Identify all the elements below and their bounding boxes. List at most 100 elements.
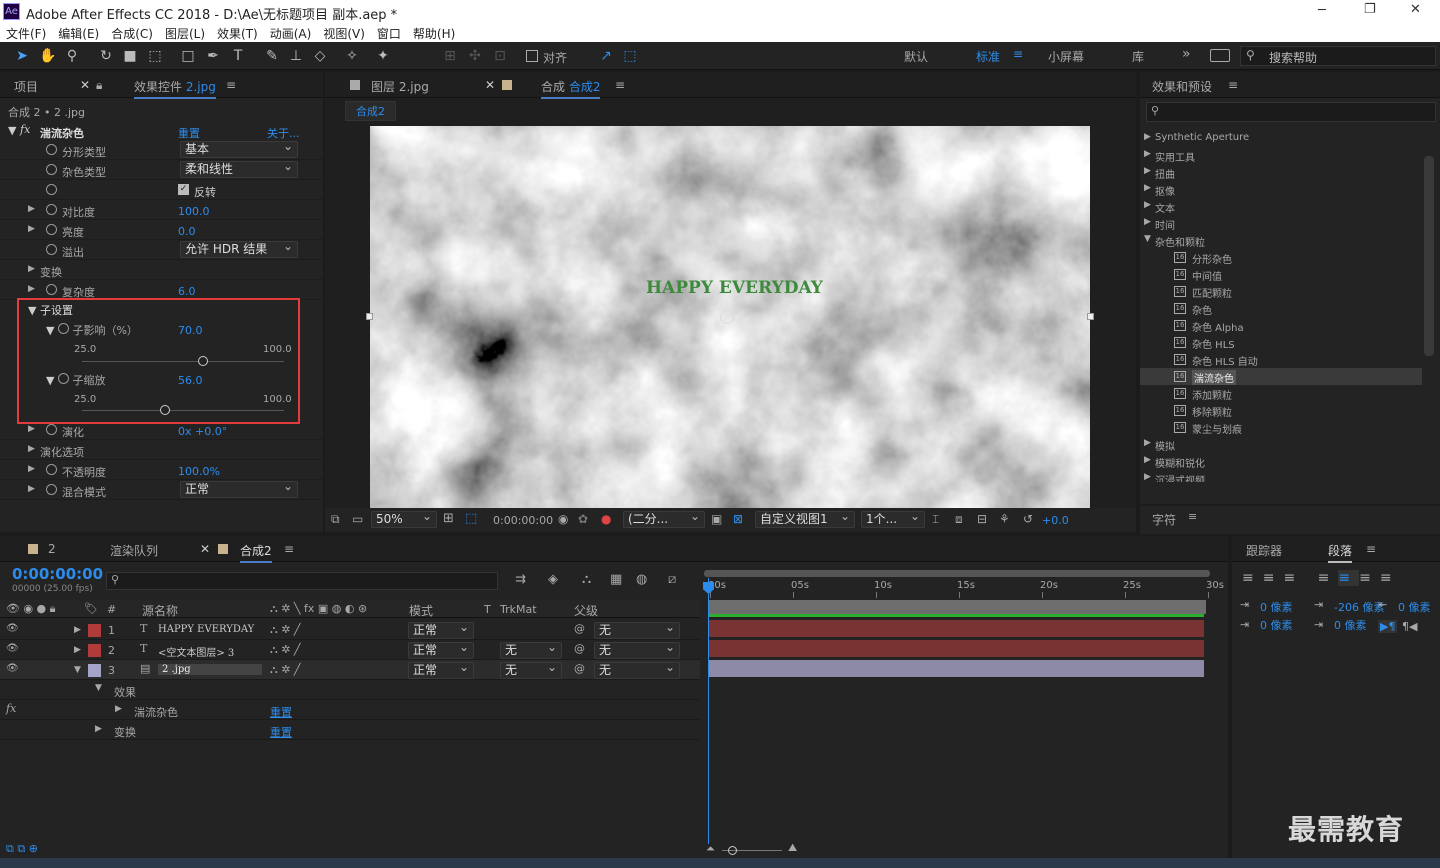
effect-row[interactable]: fx ▶ 湍流杂色 重置	[0, 700, 700, 720]
more-workspaces-button[interactable]: »	[1182, 46, 1191, 62]
expand-arrow-icon[interactable]: ▶	[28, 444, 35, 454]
zoom-tool-icon[interactable]: ⚲	[62, 46, 82, 66]
transparency-grid-icon[interactable]: ⊠	[733, 512, 743, 526]
view-select[interactable]: 自定义视图1	[755, 509, 855, 528]
current-time-indicator[interactable]	[708, 578, 709, 844]
menu-help[interactable]: 帮助(H)	[407, 25, 461, 42]
expand-arrow-icon[interactable]: ▶	[28, 204, 35, 214]
eye-visibility-icon[interactable]: 👁︎	[6, 623, 19, 634]
frame-blending-icon[interactable]: ▦	[610, 572, 622, 587]
expand-arrow-icon[interactable]: ▶	[74, 645, 81, 655]
close-tab-icon[interactable]: ✕	[80, 78, 90, 92]
reset-exposure-icon[interactable]: ↺	[1023, 512, 1033, 526]
monitor-icon[interactable]: ▭	[352, 512, 363, 526]
snap-features-icon[interactable]: ⬚	[620, 46, 640, 66]
expand-arrow-icon[interactable]: ▶	[1144, 166, 1151, 176]
expand-arrow-icon[interactable]: ▶	[1144, 455, 1151, 465]
effect-category-item[interactable]: ▶ 扭曲	[1140, 164, 1422, 181]
property-select[interactable]: 柔和线性	[180, 159, 298, 178]
indent-first-icon[interactable]: ⇥	[1314, 598, 1323, 611]
effect-preset-item[interactable]: 16 杂色 Alpha	[1140, 317, 1422, 334]
blend-mode-select[interactable]: 正常	[408, 660, 474, 679]
rectangle-tool-icon[interactable]: □	[178, 46, 198, 66]
layer-switches[interactable]: ⛬ ✲ ╱	[270, 623, 301, 637]
pickwhip-icon[interactable]: @	[574, 642, 585, 655]
effect-preset-item[interactable]: 16 移除颗粒	[1140, 402, 1422, 419]
puppet-pin-tool-icon[interactable]: ✦	[373, 46, 393, 66]
mask-visibility-icon[interactable]: ⬚	[465, 511, 477, 526]
expand-arrow-icon[interactable]: ▶	[1144, 472, 1151, 482]
effect-preset-item[interactable]: 16 匹配颗粒	[1140, 283, 1422, 300]
tab-timeline-2[interactable]: 2	[48, 542, 56, 556]
workspace-library[interactable]: 库	[1132, 48, 1144, 65]
stopwatch-icon[interactable]	[46, 284, 57, 295]
pickwhip-icon[interactable]: @	[574, 662, 585, 675]
menu-animation[interactable]: 动画(A)	[264, 25, 318, 42]
effects-search-input[interactable]: ⚲	[1146, 102, 1436, 122]
close-tab-icon[interactable]: ✕	[485, 78, 495, 92]
roto-brush-tool-icon[interactable]: ✧	[342, 46, 362, 66]
tab-composition[interactable]: 合成 合成2	[541, 78, 601, 99]
expand-arrow-icon[interactable]: ▶	[1144, 132, 1151, 142]
expand-arrow-icon[interactable]: ▶	[1144, 183, 1151, 193]
parent-select[interactable]: 无	[594, 620, 680, 639]
anchor-point-icon[interactable]	[720, 310, 734, 324]
menu-file[interactable]: 文件(F)	[0, 25, 52, 42]
layer-name[interactable]: <空文本图层> 3	[158, 644, 234, 659]
pickwhip-icon[interactable]: @	[574, 622, 585, 635]
expand-arrow-icon[interactable]: ▶	[1144, 217, 1151, 227]
tab-project[interactable]: 项目	[14, 78, 38, 95]
layer-switches[interactable]: ⛬ ✲ ╱	[270, 643, 301, 657]
workspace-small-screen[interactable]: 小屏幕	[1048, 48, 1084, 65]
timeline-zoom-slider[interactable]: ⏶ ⛰︎	[704, 841, 804, 858]
selection-tool-icon[interactable]: ➤	[12, 46, 32, 66]
effect-category-item[interactable]: ▼ 杂色和颗粒	[1140, 232, 1422, 249]
timeline-search-input[interactable]: ⚲	[106, 572, 498, 590]
restore-button[interactable]: ❐	[1364, 2, 1376, 17]
fx-icon[interactable]: fx	[6, 702, 16, 715]
sync-settings-icon[interactable]	[1210, 49, 1230, 62]
alignment-buttons[interactable]: ≡≡≡ ≡≡≡≡	[1242, 570, 1401, 586]
local-axis-icon[interactable]: ⊞	[440, 46, 460, 66]
property-value[interactable]: 100.0	[178, 205, 210, 218]
effect-category-item[interactable]: ▶ 实用工具	[1140, 147, 1422, 164]
stopwatch-icon[interactable]	[46, 204, 57, 215]
layer-bar-3[interactable]	[708, 660, 1204, 677]
effect-category-item[interactable]: ▶ 文本	[1140, 198, 1422, 215]
sub-scale-slider[interactable]	[82, 410, 284, 411]
transform-reset[interactable]: 重置	[270, 724, 292, 740]
rtl-direction-icon[interactable]: ¶◀	[1402, 620, 1417, 633]
sub-scale-value[interactable]: 56.0	[178, 374, 203, 387]
always-preview-icon[interactable]: ⧉	[331, 512, 340, 527]
blend-mode-select[interactable]: 正常	[408, 640, 474, 659]
property-select[interactable]: 基本	[180, 139, 298, 158]
expand-arrow-icon[interactable]: ▶	[28, 464, 35, 474]
layer-name[interactable]: HAPPY EVERYDAY	[158, 624, 254, 635]
panel-menu-icon[interactable]: ≡	[226, 78, 236, 92]
expand-arrow-icon[interactable]: ▼	[74, 665, 81, 675]
effect-category-item[interactable]: ▶ 沉浸式视频	[1140, 470, 1422, 482]
bounding-handle-right[interactable]	[1087, 313, 1094, 320]
indent-left-icon[interactable]: ⇥	[1240, 598, 1249, 611]
resolution-select[interactable]: (二分...	[623, 509, 705, 528]
collapse-arrow-icon[interactable]: ▼	[95, 683, 102, 693]
effect-preset-item[interactable]: 16 添加颗粒	[1140, 385, 1422, 402]
world-axis-icon[interactable]: ✣	[465, 46, 485, 66]
motion-blur-icon[interactable]: ◍	[636, 572, 647, 587]
expand-arrow-icon[interactable]: ▶	[1144, 149, 1151, 159]
overlay-text-happy-everyday[interactable]: HAPPY EVERYDAY	[646, 278, 823, 298]
help-search-input[interactable]: ⚲ 搜索帮助	[1240, 46, 1436, 66]
effect-property-row[interactable]: 溢出 允许 HDR 结果	[0, 239, 323, 260]
label-color-swatch[interactable]	[88, 664, 101, 677]
effect-category-item[interactable]: ▶ 模糊和锐化	[1140, 453, 1422, 470]
effect-property-row[interactable]: ✓ 反转	[0, 180, 323, 200]
indent-right-icon[interactable]: ⇤	[1378, 598, 1387, 611]
sub-scale-slider-knob[interactable]	[159, 405, 170, 415]
effect-preset-item[interactable]: 16 中间值	[1140, 266, 1422, 283]
indent-first-value[interactable]: -206 像素	[1334, 599, 1384, 615]
flowchart-icon[interactable]: ⚘	[999, 512, 1010, 526]
trkmat-select[interactable]: 无	[500, 640, 562, 659]
tab-timeline-comp2[interactable]: 合成2	[240, 542, 272, 563]
property-value[interactable]: 0x +0.0°	[178, 425, 227, 438]
views-layout-select[interactable]: 1个...	[861, 509, 925, 528]
